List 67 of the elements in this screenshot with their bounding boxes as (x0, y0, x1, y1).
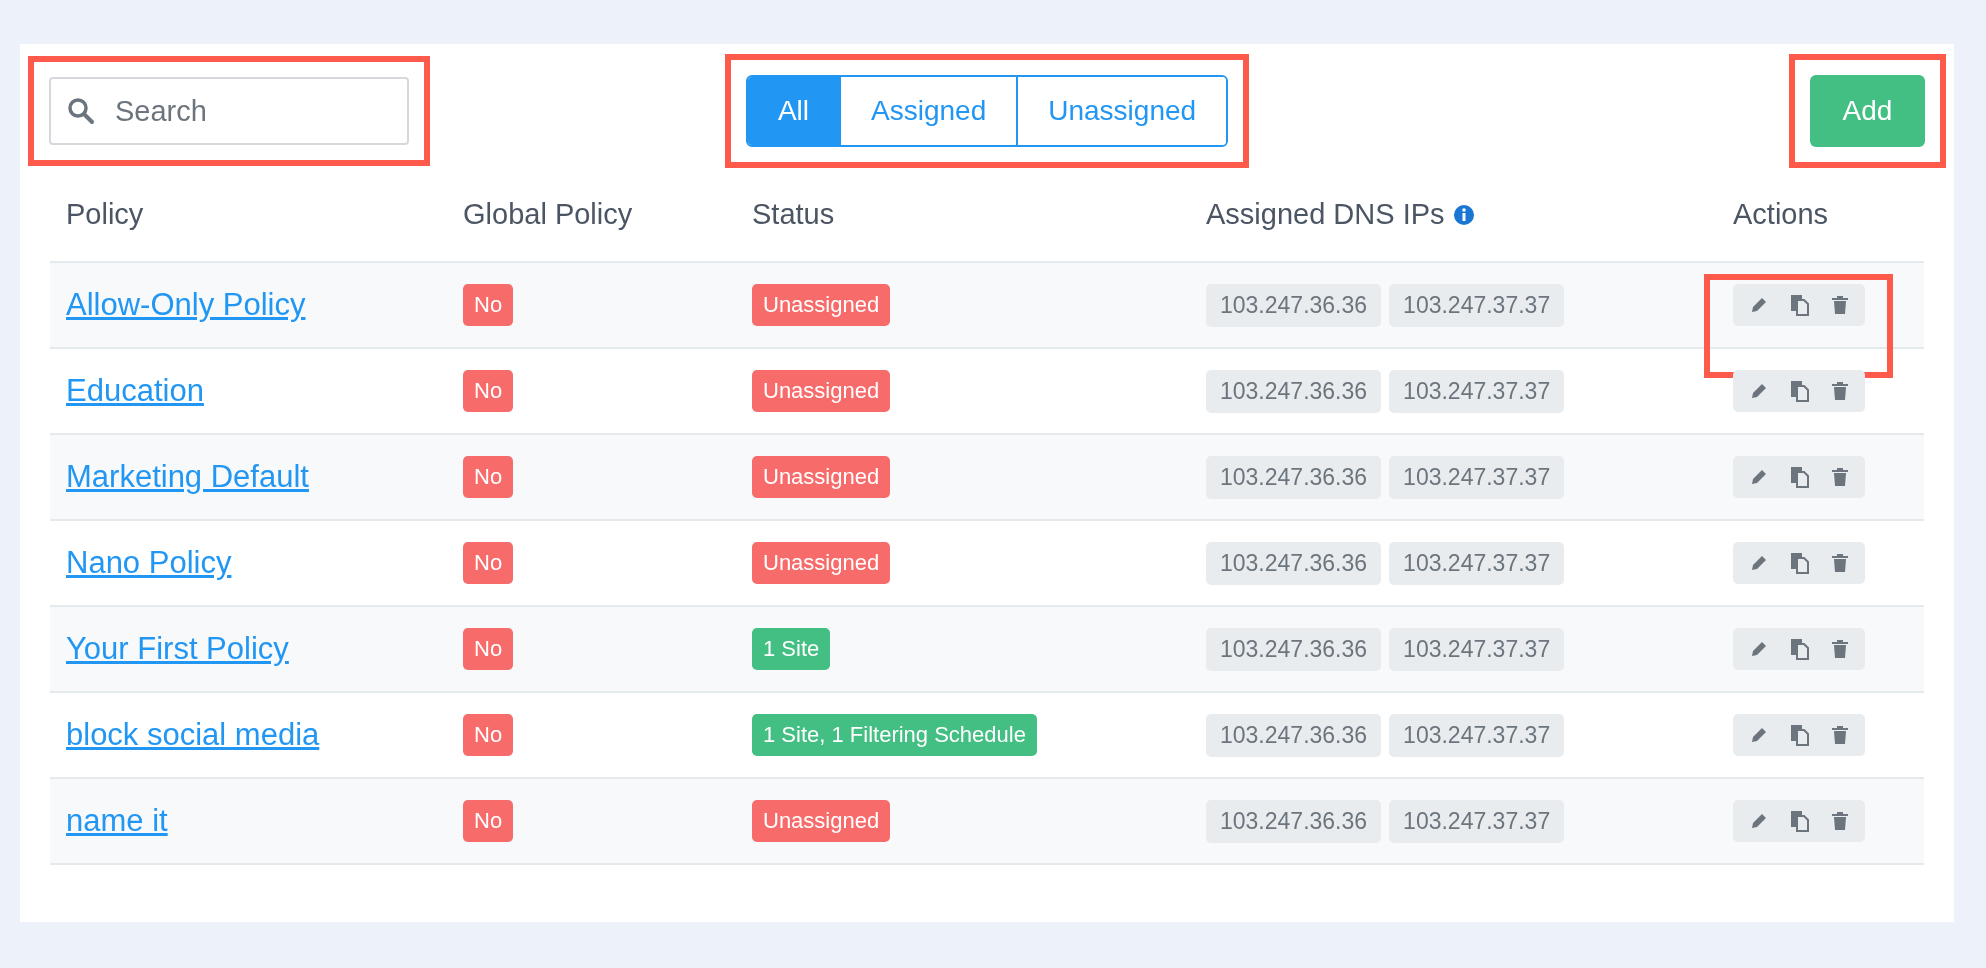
pencil-icon[interactable] (1749, 467, 1769, 487)
copy-icon[interactable] (1789, 380, 1811, 402)
ip-chip: 103.247.37.37 (1389, 799, 1565, 843)
trash-icon[interactable] (1831, 381, 1849, 401)
ip-chip: 103.247.36.36 (1206, 455, 1382, 499)
policy-link[interactable]: Nano Policy (66, 545, 232, 581)
trash-icon[interactable] (1831, 553, 1849, 573)
policy-link[interactable]: Allow-Only Policy (66, 287, 306, 323)
pencil-icon[interactable] (1749, 811, 1769, 831)
pencil-icon[interactable] (1749, 639, 1769, 659)
global-policy-badge: No (463, 542, 514, 584)
status-badge: Unassigned (752, 800, 891, 842)
copy-icon[interactable] (1789, 724, 1811, 746)
trash-icon[interactable] (1831, 467, 1849, 487)
copy-icon[interactable] (1789, 294, 1811, 316)
copy-icon[interactable] (1789, 552, 1811, 574)
status-badge: Unassigned (752, 542, 891, 584)
global-policy-badge: No (463, 628, 514, 670)
column-header: Actions (1733, 198, 1829, 231)
policy-link[interactable]: Your First Policy (66, 631, 289, 667)
ip-chip: 103.247.37.37 (1389, 627, 1565, 671)
global-policy-badge: No (463, 714, 514, 756)
global-policy-badge: No (463, 370, 514, 412)
global-policy-badge: No (463, 456, 514, 498)
ip-chip: 103.247.36.36 (1206, 627, 1382, 671)
ip-chip: 103.247.36.36 (1206, 799, 1382, 843)
info-icon[interactable] (1452, 203, 1475, 226)
copy-icon[interactable] (1789, 466, 1811, 488)
trash-icon[interactable] (1831, 811, 1849, 831)
copy-icon[interactable] (1789, 638, 1811, 660)
status-badge: Unassigned (752, 284, 891, 326)
column-header: Assigned DNS IPs (1206, 198, 1445, 231)
pencil-icon[interactable] (1749, 295, 1769, 315)
ip-chip: 103.247.37.37 (1389, 369, 1565, 413)
ip-chip: 103.247.36.36 (1206, 369, 1382, 413)
pencil-icon[interactable] (1749, 553, 1769, 573)
status-badge: 1 Site, 1 Filtering Schedule (752, 714, 1037, 756)
ip-chip: 103.247.37.37 (1389, 541, 1565, 585)
search-icon (67, 97, 95, 125)
trash-icon[interactable] (1831, 725, 1849, 745)
status-badge: Unassigned (752, 456, 891, 498)
search-field[interactable]: Search (49, 77, 409, 145)
trash-icon[interactable] (1831, 639, 1849, 659)
add-button[interactable]: Add (1810, 75, 1925, 147)
policy-link[interactable]: Marketing Default (66, 459, 309, 495)
ip-chip: 103.247.36.36 (1206, 713, 1382, 757)
column-header: Global Policy (463, 198, 633, 231)
copy-icon[interactable] (1789, 810, 1811, 832)
trash-icon[interactable] (1831, 295, 1849, 315)
filter-tab[interactable]: Unassigned (1016, 77, 1227, 145)
policy-link[interactable]: block social media (66, 717, 320, 753)
column-header: Policy (66, 198, 144, 231)
pencil-icon[interactable] (1749, 725, 1769, 745)
status-badge: 1 Site (752, 628, 831, 670)
filter-tab[interactable]: All (747, 77, 840, 145)
ip-chip: 103.247.37.37 (1389, 713, 1565, 757)
global-policy-badge: No (463, 800, 514, 842)
global-policy-badge: No (463, 284, 514, 326)
pencil-icon[interactable] (1749, 381, 1769, 401)
column-header: Status (752, 198, 835, 231)
ip-chip: 103.247.36.36 (1206, 283, 1382, 327)
status-badge: Unassigned (752, 370, 891, 412)
policy-link[interactable]: name it (66, 803, 168, 839)
ip-chip: 103.247.37.37 (1389, 455, 1565, 499)
ip-chip: 103.247.36.36 (1206, 541, 1382, 585)
ip-chip: 103.247.37.37 (1389, 283, 1565, 327)
policy-link[interactable]: Education (66, 373, 204, 409)
